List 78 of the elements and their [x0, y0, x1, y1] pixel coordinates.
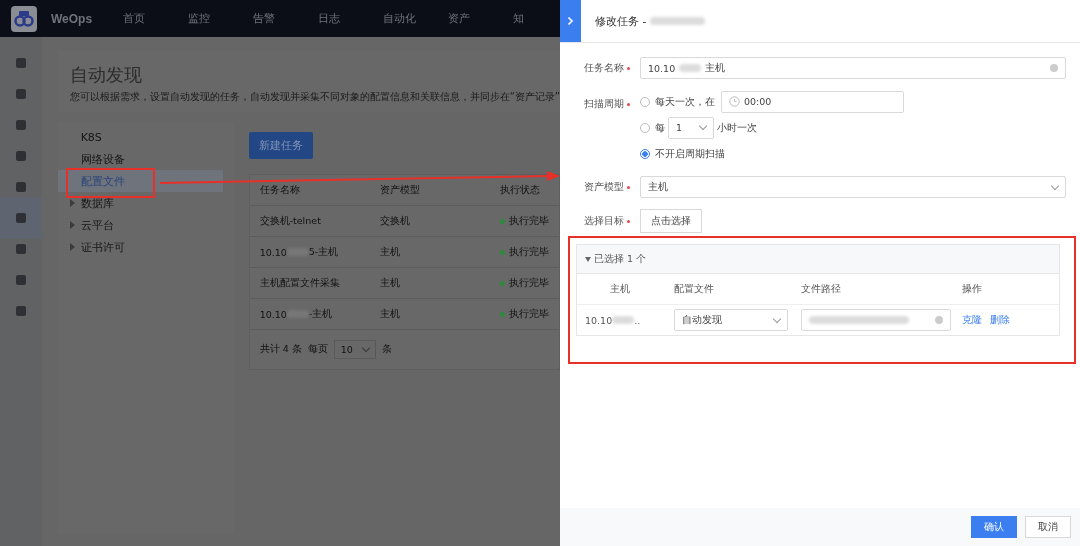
radio-button[interactable]: [640, 148, 650, 159]
brand-name: WeOps: [51, 11, 93, 26]
nav-item[interactable]: 知: [513, 11, 534, 26]
category-item[interactable]: 证书许可: [57, 236, 235, 258]
field-label: 选择目标: [584, 214, 640, 228]
selected-toggle[interactable]: 已选择 1 个: [577, 245, 1059, 274]
total-count: 共计 4 条: [259, 343, 302, 356]
time-field[interactable]: 00:00: [721, 90, 904, 113]
sidebar-icon[interactable]: [14, 305, 27, 317]
sidebar-icon[interactable]: [14, 57, 27, 69]
category-item[interactable]: 网络设备: [57, 148, 235, 170]
chevron-right-icon: [567, 16, 574, 26]
page-title: 自动发现: [69, 63, 143, 87]
column-header: 文件路径: [801, 282, 842, 296]
table-cell-text: 10.10 5-主机: [258, 245, 340, 259]
new-task-button[interactable]: 新建任务: [248, 132, 313, 159]
option-label: 每天一次，在: [655, 94, 715, 109]
task-name-field[interactable]: 10.10 主机: [640, 57, 1066, 79]
field-label: 资产模型: [584, 180, 640, 194]
nav-item[interactable]: 监控: [188, 11, 254, 26]
column-header: 操作: [962, 282, 982, 296]
redaction-mark: [650, 17, 706, 25]
action-link[interactable]: 克隆: [962, 313, 982, 327]
column-header: 资产模型: [379, 183, 421, 197]
option-label: 每: [655, 120, 665, 135]
nav-item[interactable]: 日志: [318, 11, 384, 26]
hours-select[interactable]: 1: [668, 116, 714, 139]
column-header: 主机: [609, 282, 631, 296]
select-target-button[interactable]: 点击选择: [640, 209, 702, 233]
status-label: 执行完毕: [499, 307, 549, 321]
table-cell-text: 10.10 -主机: [258, 307, 334, 321]
nav-item[interactable]: 自动化: [383, 11, 449, 26]
expand-icon: [69, 243, 75, 251]
page-description: 您可以根据需求，设置自动发现的任务，自动发现并采集不同对象的配置信息和关联信息，并同步在“资产记录”: [69, 90, 560, 104]
page-size-label: 每页: [307, 343, 328, 356]
asset-model-select[interactable]: 主机: [640, 176, 1066, 198]
unit-label: 条: [381, 343, 392, 356]
collapse-button[interactable]: [560, 0, 581, 42]
column-header: 执行状态: [499, 183, 540, 197]
drawer-title: 修改任务 -: [595, 13, 647, 29]
file-path-field[interactable]: [801, 309, 951, 331]
footer-button[interactable]: 确认: [971, 516, 1017, 538]
status-label: 执行完毕: [499, 214, 549, 228]
field-label: 任务名称: [584, 61, 640, 75]
page-size-select[interactable]: 10: [333, 340, 376, 359]
table-cell-text: 主机: [379, 245, 401, 259]
table-cell-text: 主机: [379, 307, 401, 321]
footer-button[interactable]: 取消: [1025, 516, 1071, 538]
field-label: 扫描周期: [584, 97, 640, 111]
nav-item[interactable]: 首页: [123, 11, 189, 26]
category-item[interactable]: 云平台: [57, 214, 235, 236]
sidebar-icon[interactable]: [14, 88, 27, 100]
column-header: 任务名称: [258, 183, 301, 197]
table-cell-text: 主机: [379, 276, 401, 290]
table-cell-text: 主机配置文件采集: [258, 276, 341, 290]
table-cell-text: 交换机-telnet: [258, 214, 322, 228]
table-cell-text: 10.10 ..: [584, 314, 642, 326]
sidebar-icon[interactable]: [14, 119, 27, 131]
option-label: 不开启周期扫描: [655, 146, 725, 161]
nav-item[interactable]: 资产: [448, 11, 514, 26]
category-item[interactable]: K8S: [57, 126, 235, 148]
expand-icon: [69, 199, 75, 207]
clock-icon: [729, 96, 740, 107]
status-label: 执行完毕: [499, 276, 549, 290]
sidebar-icon[interactable]: [14, 150, 27, 162]
sidebar-icon[interactable]: [14, 243, 27, 255]
sidebar-icon[interactable]: [14, 181, 27, 193]
action-link[interactable]: 删除: [990, 313, 1010, 327]
config-select[interactable]: 自动发现: [674, 309, 788, 331]
option-label: 小时一次: [717, 120, 757, 135]
expand-icon: [69, 221, 75, 229]
nav-item[interactable]: 告警: [253, 11, 319, 26]
column-header: 配置文件: [674, 282, 715, 296]
category-item[interactable]: 数据库: [57, 192, 235, 214]
status-label: 执行完毕: [499, 245, 549, 259]
sidebar-icon[interactable]: [14, 274, 27, 286]
logo-icon: [11, 5, 37, 32]
table-cell-text: 交换机: [379, 214, 411, 228]
